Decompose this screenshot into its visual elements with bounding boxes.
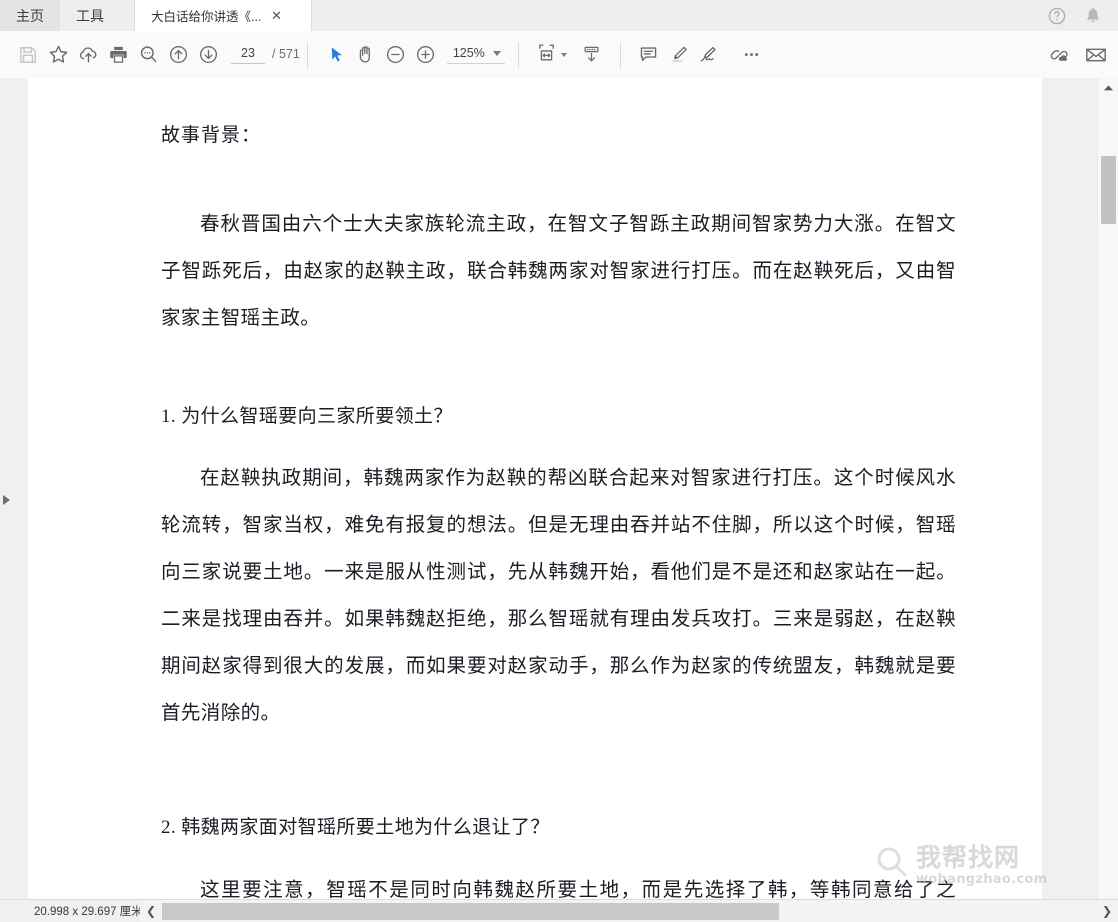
toolbar-divider-3 bbox=[619, 41, 621, 68]
menu-tab-home-label: 主页 bbox=[16, 7, 44, 24]
question-2-heading: 2. 韩魏两家面对智瑶所要土地为什么退让了？ bbox=[161, 817, 550, 839]
menu-tab-tools[interactable]: 工具 bbox=[60, 0, 120, 31]
comment-icon[interactable] bbox=[634, 40, 664, 70]
zoom-in-icon[interactable] bbox=[411, 40, 441, 70]
vertical-scrollbar[interactable] bbox=[1097, 78, 1118, 900]
question-1-paragraph: 在赵鞅执政期间，韩魏两家作为赵鞅的帮凶联合起来对智家进行打压。这个时候风水轮流转… bbox=[161, 468, 956, 725]
scroll-up-button[interactable] bbox=[1098, 78, 1118, 97]
page-number-input[interactable] bbox=[231, 45, 265, 64]
print-icon[interactable] bbox=[103, 40, 133, 70]
signature-pen-icon[interactable] bbox=[694, 40, 724, 70]
menu-tab-tools-label: 工具 bbox=[76, 7, 104, 24]
zoom-level-value: 125% bbox=[452, 45, 485, 60]
save-icon[interactable] bbox=[13, 40, 43, 70]
page-size-label: 20.998 x 29.697 厘米 bbox=[34, 906, 143, 918]
cloud-upload-icon[interactable] bbox=[73, 40, 103, 70]
scroll-left-button[interactable]: ❮ bbox=[140, 901, 162, 922]
page-total-label: / 571 bbox=[272, 46, 300, 61]
arrow-up-circle-icon[interactable] bbox=[163, 40, 193, 70]
star-icon[interactable] bbox=[43, 40, 73, 70]
zoom-out-icon[interactable] bbox=[381, 40, 411, 70]
scroll-mode-icon[interactable] bbox=[577, 40, 607, 70]
horizontal-scrollbar-track[interactable] bbox=[162, 900, 1096, 922]
chevron-right-icon[interactable] bbox=[2, 493, 14, 507]
chevron-up-icon bbox=[1103, 79, 1114, 97]
document-tab-title: 大白话给你讲透《... bbox=[151, 10, 262, 24]
envelope-icon[interactable] bbox=[1081, 40, 1111, 70]
bell-icon[interactable] bbox=[1082, 5, 1104, 27]
help-circle-icon[interactable] bbox=[1046, 5, 1068, 27]
menu-bar-right-group bbox=[1046, 0, 1118, 31]
document-viewport[interactable]: 故事背景： 春秋晋国由六个士大夫家族轮流主政，在智文子智跞主政期间智家势力大涨。… bbox=[0, 78, 1098, 900]
chevron-right-icon-2: ❯ bbox=[1101, 904, 1113, 918]
background-heading: 故事背景： bbox=[161, 125, 262, 146]
close-icon[interactable]: ✕ bbox=[269, 9, 283, 23]
pdf-page: 故事背景： 春秋晋国由六个士大夫家族轮流主政，在智文子智跞主政期间智家势力大涨。… bbox=[28, 78, 1047, 900]
zoom-level-dropdown[interactable]: 125% bbox=[446, 45, 505, 64]
arrow-down-circle-icon[interactable] bbox=[193, 40, 223, 70]
toolbar-divider-2 bbox=[517, 41, 519, 68]
share-link-cloud-icon[interactable] bbox=[1044, 40, 1074, 70]
menu-bar: 主页 工具 大白话给你讲透《... ✕ bbox=[0, 0, 1118, 32]
sidebar-expand-handle[interactable] bbox=[0, 78, 28, 900]
main-toolbar: / 571 125% bbox=[0, 31, 1118, 79]
highlighter-icon[interactable] bbox=[664, 40, 694, 70]
pdf-page-content: 故事背景： 春秋晋国由六个士大夫家族轮流主政，在智文子智跞主政期间智家势力大涨。… bbox=[161, 124, 956, 900]
hand-pan-icon[interactable] bbox=[351, 40, 381, 70]
horizontal-scrollbar[interactable]: ❮ ❯ bbox=[140, 900, 1118, 922]
chevron-down-icon-2[interactable] bbox=[560, 52, 567, 57]
horizontal-scrollbar-thumb[interactable] bbox=[162, 902, 779, 920]
question-2-paragraph: 这里要注意，智瑶不是同时向韩魏赵所要土地，而是先选择了韩，等韩同意给了之后，再向… bbox=[200, 879, 956, 900]
vertical-scrollbar-thumb[interactable] bbox=[1101, 156, 1116, 224]
toolbar-divider bbox=[306, 41, 308, 68]
question-1-heading: 1. 为什么智瑶要向三家所要领土？ bbox=[161, 405, 453, 427]
chevron-down-icon[interactable] bbox=[492, 50, 501, 56]
chevron-left-icon: ❮ bbox=[145, 904, 157, 918]
background-paragraph: 春秋晋国由六个士大夫家族轮流主政，在智文子智跞主政期间智家势力大涨。在智文子智跞… bbox=[161, 213, 956, 329]
search-icon[interactable] bbox=[133, 40, 163, 70]
more-horizontal-icon[interactable] bbox=[737, 40, 767, 70]
menu-tab-home[interactable]: 主页 bbox=[0, 0, 60, 31]
pdf-reader-window: 主页 工具 大白话给你讲透《... ✕ 23 / 571 125% 故事背景： … bbox=[0, 0, 1118, 922]
document-tab[interactable]: 大白话给你讲透《... ✕ bbox=[134, 0, 312, 31]
fit-page-dropdown[interactable] bbox=[532, 38, 570, 72]
cursor-select-icon[interactable] bbox=[321, 40, 351, 70]
status-bar: 20.998 x 29.697 厘米 ❮ ❯ bbox=[0, 899, 1118, 922]
page-navigation: / 571 bbox=[223, 45, 300, 64]
fit-page-icon bbox=[535, 41, 558, 69]
scroll-right-button[interactable]: ❯ bbox=[1096, 901, 1118, 922]
